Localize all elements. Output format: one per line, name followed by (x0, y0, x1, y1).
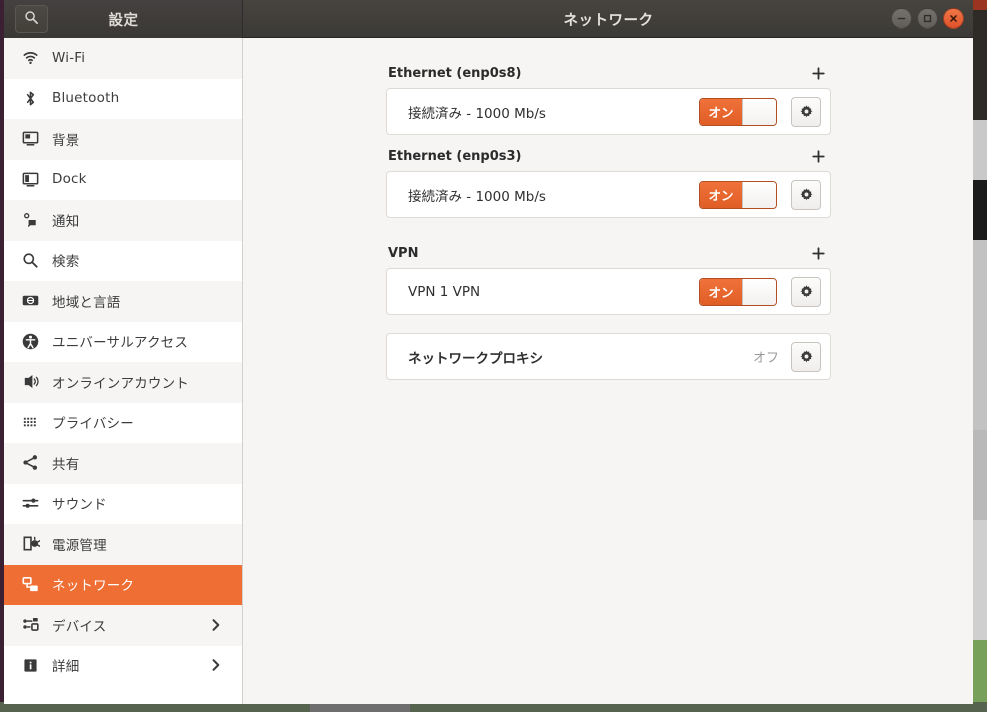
sidebar-item-label: オンラインアカウント (52, 375, 189, 392)
connection-toggle[interactable]: オン (699, 180, 777, 209)
notifications-icon (18, 209, 42, 231)
sidebar-item-label: 共有 (52, 456, 80, 473)
add-connection-button[interactable] (807, 242, 829, 264)
connection-row[interactable]: 接続済み - 1000 Mb/s オン (386, 88, 831, 135)
sidebar-item-details[interactable]: 詳細 (4, 646, 242, 687)
network-proxy-label: ネットワークプロキシ (408, 350, 543, 367)
sidebar-item-label: Dock (52, 171, 87, 188)
page-title: ネットワーク (563, 12, 654, 29)
sidebar-item-label: ネットワーク (52, 578, 135, 595)
toggle-knob (742, 181, 776, 208)
section-header: Ethernet (enp0s3) (386, 141, 831, 171)
sidebar-item-background[interactable]: 背景 (4, 119, 242, 160)
sidebar-item-label: 詳細 (52, 659, 80, 676)
region-language-icon (18, 290, 42, 312)
connection-settings-button[interactable] (791, 179, 821, 210)
sidebar-item-power[interactable]: 電源管理 (4, 524, 242, 565)
network-panel: Ethernet (enp0s8) 接続済み - 1000 Mb/s オン Eth… (244, 38, 973, 704)
network-proxy-settings-button[interactable] (791, 341, 821, 372)
connection-toggle[interactable]: オン (699, 97, 777, 126)
sidebar-item-region-language[interactable]: 地域と言語 (4, 281, 242, 322)
sidebar-item-search[interactable]: 検索 (4, 241, 242, 282)
wifi-icon (18, 47, 42, 69)
sidebar-item-label: 背景 (52, 132, 80, 149)
power-icon (18, 533, 42, 555)
section-title: Ethernet (enp0s8) (388, 65, 522, 81)
header-sidebar-region: 設定 (4, 0, 243, 38)
connection-status-label: 接続済み - 1000 Mb/s (408, 188, 546, 205)
sound-icon (18, 492, 42, 514)
toggle-knob (742, 98, 776, 125)
add-connection-button[interactable] (807, 145, 829, 167)
chevron-right-icon (210, 618, 222, 632)
search-button[interactable] (15, 5, 48, 33)
sidebar-item-notifications[interactable]: 通知 (4, 200, 242, 241)
sidebar-item-dock[interactable]: Dock (4, 160, 242, 201)
sidebar-item-label: サウンド (52, 497, 107, 514)
sidebar-item-label: ユニバーサルアクセス (52, 335, 189, 352)
sidebar-item-universal-access[interactable]: ユニバーサルアクセス (4, 322, 242, 363)
sidebar-item-sharing[interactable]: 共有 (4, 443, 242, 484)
universal-access-icon (18, 330, 42, 352)
connection-toggle[interactable]: オン (699, 277, 777, 306)
header-bar: 設定 ネットワーク (4, 0, 973, 38)
section-title: VPN (388, 245, 419, 261)
online-accounts-icon (18, 371, 42, 393)
sidebar-item-wifi[interactable]: Wi-Fi (4, 38, 242, 79)
section-header: VPN (386, 238, 831, 268)
toggle-state-label: オン (700, 278, 742, 305)
network-proxy-state: オフ (752, 351, 779, 366)
sidebar-item-bluetooth[interactable]: Bluetooth (4, 79, 242, 120)
page-title-region: ネットワーク (244, 0, 973, 38)
connection-status-label: VPN 1 VPN (408, 283, 481, 300)
toggle-state-label: オン (700, 98, 742, 125)
settings-window: 設定 ネットワーク Wi-Fi Bluetooth 背景 Dock 通知 検索 … (4, 0, 973, 704)
sidebar-item-label: デバイス (52, 618, 107, 635)
details-icon (18, 654, 42, 676)
sidebar-item-privacy[interactable]: プライバシー (4, 403, 242, 444)
connection-status-label: 接続済み - 1000 Mb/s (408, 105, 546, 122)
bluetooth-icon (18, 87, 42, 109)
sidebar-item-label: 地域と言語 (52, 294, 121, 311)
search-icon (24, 10, 39, 29)
section-title: Ethernet (enp0s3) (388, 148, 522, 164)
minimize-button[interactable] (891, 8, 912, 29)
sidebar-item-label: 通知 (52, 213, 80, 230)
maximize-button[interactable] (917, 8, 938, 29)
connection-row[interactable]: VPN 1 VPN オン (386, 268, 831, 315)
privacy-icon (18, 411, 42, 433)
sidebar-item-label: 検索 (52, 254, 80, 271)
sidebar: Wi-Fi Bluetooth 背景 Dock 通知 検索 地域と言語 ユニバー… (4, 38, 243, 704)
network-icon (18, 573, 42, 595)
network-sections: Ethernet (enp0s8) 接続済み - 1000 Mb/s オン Eth… (386, 58, 831, 380)
toggle-knob (742, 278, 776, 305)
desktop-bottom-strip (310, 703, 410, 712)
background-icon (18, 128, 42, 150)
network-proxy-row[interactable]: ネットワークプロキシ オフ (386, 333, 831, 380)
connection-row[interactable]: 接続済み - 1000 Mb/s オン (386, 171, 831, 218)
dock-icon (18, 168, 42, 190)
section-header: Ethernet (enp0s8) (386, 58, 831, 88)
sharing-icon (18, 452, 42, 474)
sidebar-item-label: プライバシー (52, 416, 134, 433)
sidebar-item-devices[interactable]: デバイス (4, 605, 242, 646)
sidebar-item-network[interactable]: ネットワーク (4, 564, 242, 605)
sidebar-item-sound[interactable]: サウンド (4, 484, 242, 525)
sidebar-item-label: Bluetooth (52, 90, 120, 107)
desktop-right-edge (973, 0, 987, 712)
sidebar-item-online-accounts[interactable]: オンラインアカウント (4, 362, 242, 403)
sidebar-item-label: Wi-Fi (52, 49, 86, 66)
window-controls (891, 8, 964, 29)
toggle-state-label: オン (700, 181, 742, 208)
search-icon (18, 249, 42, 271)
chevron-right-icon (210, 658, 222, 672)
sidebar-item-label: 電源管理 (52, 537, 107, 554)
add-connection-button[interactable] (807, 62, 829, 84)
connection-settings-button[interactable] (791, 276, 821, 307)
connection-settings-button[interactable] (791, 96, 821, 127)
devices-icon (18, 614, 42, 636)
close-button[interactable] (943, 8, 964, 29)
